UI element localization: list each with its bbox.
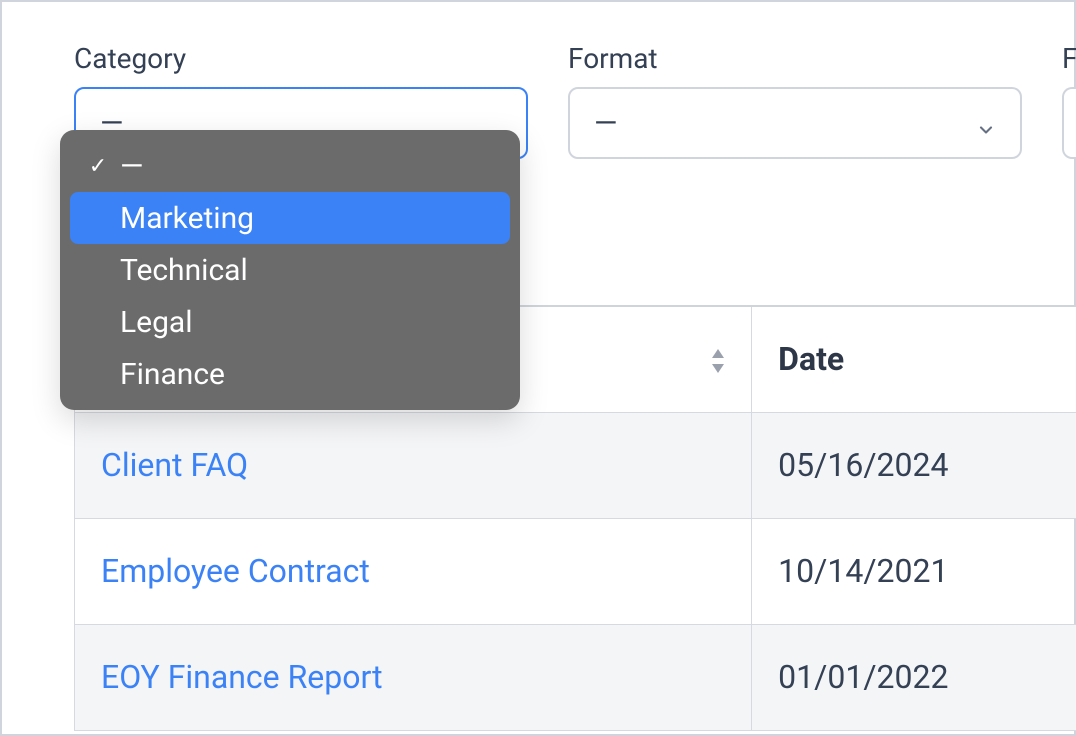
table-row: Client FAQ 05/16/2024 [75,412,1076,518]
document-date-cell: 10/14/2021 [752,518,1076,624]
document-name-cell: Employee Contract [75,518,752,624]
column-header-date-label: Date [778,340,844,378]
sort-icon[interactable] [709,345,727,373]
document-link[interactable]: Client FAQ [101,446,248,484]
document-date-cell: 01/01/2022 [752,624,1076,730]
category-option-none[interactable]: ✓ — [70,140,510,192]
document-name-cell: EOY Finance Report [75,624,752,730]
document-link[interactable]: EOY Finance Report [101,658,383,696]
chevron-down-icon [976,113,996,133]
category-option-marketing[interactable]: Marketing [70,192,510,244]
check-icon: ✓ [88,154,108,179]
format-select-value: — [594,106,617,141]
document-name-cell: Client FAQ [75,412,752,518]
dropdown-item-label: Finance [120,357,492,392]
category-option-technical[interactable]: Technical [70,244,510,296]
category-option-finance[interactable]: Finance [70,348,510,400]
category-option-legal[interactable]: Legal [70,296,510,348]
dropdown-item-label: — [120,149,492,184]
document-link[interactable]: Employee Contract [101,552,370,590]
format-filter-label: Format [568,42,1022,75]
category-dropdown: ✓ — Marketing Technical Legal Finance [60,130,520,410]
dropdown-item-label: Legal [120,305,492,340]
format-select[interactable]: — [568,87,1022,159]
dropdown-item-label: Technical [120,253,492,288]
column-header-date[interactable]: Date [752,306,1076,412]
category-filter-label: Category [74,42,528,75]
table-row: Employee Contract 10/14/2021 [75,518,1076,624]
dropdown-item-label: Marketing [120,201,492,236]
extra-select[interactable] [1062,87,1076,159]
extra-filter-label: F [1062,42,1076,75]
table-row: EOY Finance Report 01/01/2022 [75,624,1076,730]
document-date-cell: 05/16/2024 [752,412,1076,518]
